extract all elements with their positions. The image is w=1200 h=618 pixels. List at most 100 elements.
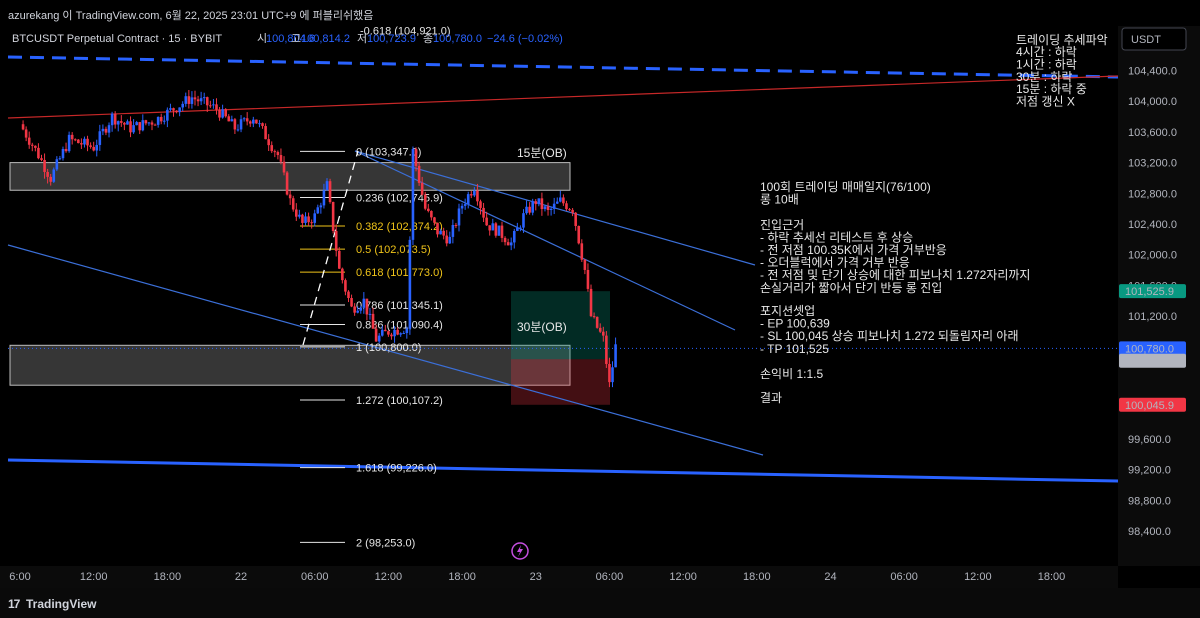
candle-body [252,119,255,124]
fib-label: 1 (100,800.0) [356,342,421,354]
candle-body [473,190,476,196]
candle-body [614,344,617,368]
candle-body [485,217,488,226]
tradingview-logo[interactable]: 17 TradingView [8,597,96,611]
candle-body [396,329,399,335]
symbol-header: BTCUSDT Perpetual Contract · 15 · BYBIT 시… [12,32,563,45]
candle-body [46,171,49,177]
candle-body [89,145,92,147]
candle-body [334,231,338,251]
candle-body [549,208,553,211]
candle-body [482,207,485,218]
tp-price-tag-text: 101,525.9 [1125,286,1174,298]
time-axis: 6:00 12:00 18:00 22 06:00 12:00 18:00 23 06:00 12… [9,571,1065,583]
time-tick: 12:00 [964,571,992,583]
candle-body [270,145,274,152]
candle-body [101,128,105,132]
candle-body [187,96,191,104]
candle-body [399,333,402,335]
candle-body [138,122,142,131]
candle-body [52,169,56,182]
candle-body [497,225,501,236]
candle-body [224,109,227,117]
symbol-field: 종 [423,33,433,45]
time-tick: 12:00 [669,571,697,583]
order-block-1 [9,162,571,191]
candle-body [181,103,185,108]
candle-body [540,198,544,210]
candle-body [568,209,571,211]
ob15-label: 15분(OB) [517,146,567,160]
price-tick: 102,000.0 [1128,250,1177,262]
candle-body [463,204,467,206]
candle-body [116,121,120,125]
candle-body [405,328,409,334]
time-tick: 12:00 [375,571,403,583]
result-label: 결과 [760,391,782,405]
candle-body [571,209,574,213]
candle-body [466,194,470,205]
candle-body [408,239,412,329]
time-tick: 22 [235,571,247,583]
footer-bar: 17 TradingView [0,588,1200,618]
price-tick: 102,800.0 [1128,188,1177,200]
candle-body [390,334,393,337]
candle-body [205,97,209,106]
candle-body [605,335,608,364]
candle-body [49,176,52,182]
candle-body [595,316,599,328]
setup-line: - TP 101,525 [760,342,829,356]
loss-zone [511,359,610,405]
basis-line: 손실거리가 짧아서 단기 반등 롱 진입 [760,281,942,295]
price-chart[interactable]: 0 (103,347.0) 0.236 (102,745.9) 0.382 (102… [0,0,1200,618]
candle-body [365,298,369,315]
candle-body [295,209,298,217]
candle-body [264,126,267,140]
candle-body [586,269,590,289]
candle-body [98,131,102,145]
candle-body [110,113,114,126]
candle-body [411,148,415,240]
candle-body [307,216,310,223]
candle-body [433,217,436,223]
candle-body [30,144,34,146]
candle-body [190,97,194,104]
price-tick: 104,400.0 [1128,66,1177,78]
fib-label: 0.236 (102,745.9) [356,192,443,204]
journal-position: 롱 10배 [760,193,799,207]
candle-body [227,116,231,122]
candle-body [380,329,384,336]
candle-body [313,213,317,223]
candle-body [322,190,326,206]
candle-body [451,225,455,237]
candle-body [387,331,390,335]
candle-body [516,227,519,231]
candle-body [589,288,593,317]
candle-body [175,110,178,113]
candle-body [61,149,65,159]
candle-body [565,203,568,210]
candle-body [215,104,218,110]
candle-body [70,134,74,140]
candle-body [445,235,449,244]
candle-body [178,107,181,113]
candle-body [356,310,359,313]
candle-body [221,109,224,118]
candle-body [67,134,71,152]
candle-body [298,214,301,217]
candle-body [233,119,237,130]
candle-body [574,212,577,226]
candle-body [236,129,240,131]
fib-label: 0.618 (101,773.0) [356,267,443,279]
price-tick: 99,600.0 [1128,434,1171,446]
candle-body [21,124,25,130]
symbol-field: 100,780.0 [433,33,482,45]
candle-body [384,329,387,332]
candle-body [92,146,95,151]
price-tick: 104,000.0 [1128,96,1177,108]
candle-body [239,119,243,130]
time-tick: 23 [530,571,542,583]
candle-body [522,213,525,228]
candle-body [153,124,157,126]
candle-body [132,125,135,133]
